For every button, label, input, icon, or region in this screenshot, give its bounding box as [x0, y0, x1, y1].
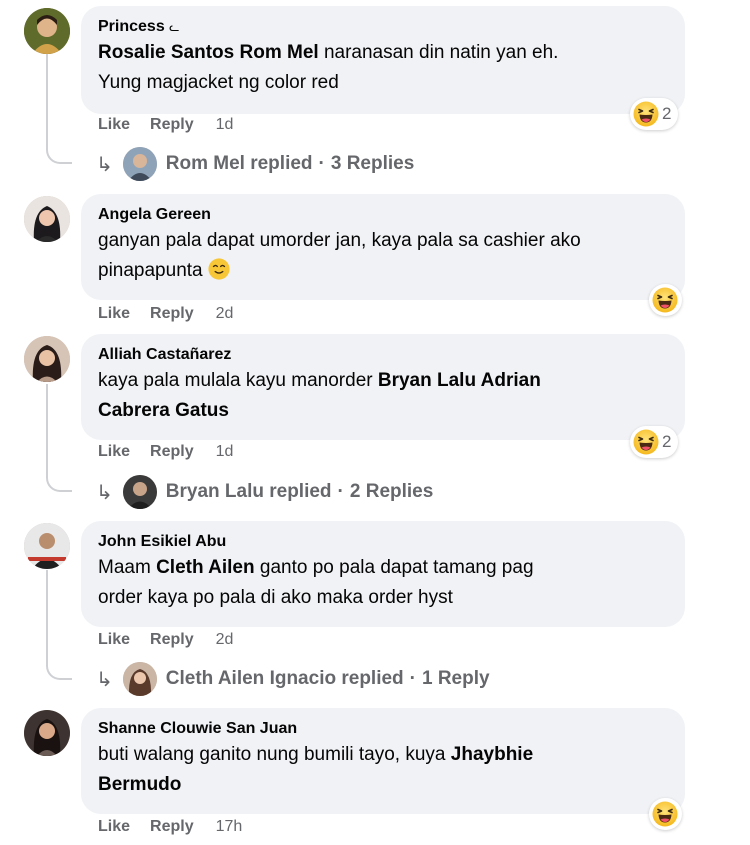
haha-emoji-icon [652, 801, 678, 827]
replies-count: 3 Replies [330, 153, 415, 174]
comment-text-segment: naranasan din natin yan eh. [318, 42, 559, 63]
thread-connector [46, 384, 72, 492]
comment-text-segment: Yung magjacket ng color red [98, 72, 339, 93]
mention-link[interactable]: Bryan Lalu Adrian [378, 370, 541, 391]
comment-bubble: Alliah Castañarez kaya pala mulala kayu … [81, 334, 685, 440]
comment-text: Rosalie Santos Rom Mel naranasan din nat… [98, 38, 669, 98]
comment-timestamp[interactable]: 1d [216, 116, 234, 134]
avatar[interactable] [24, 8, 70, 54]
avatar [122, 475, 157, 509]
comment-text: ganyan pala dapat umorder jan, kaya pala… [98, 226, 669, 286]
reaction-summary[interactable]: 2 [630, 426, 679, 458]
reply-arrow-icon: ↳ [96, 481, 113, 504]
haha-emoji-icon [633, 429, 659, 455]
avatar [122, 147, 157, 181]
view-replies-link[interactable]: ↳ Rom Mel replied · 3 Replies [96, 147, 414, 181]
mention-link[interactable]: Rosalie Santos Rom Mel [98, 42, 319, 63]
reaction-summary[interactable] [649, 798, 682, 830]
separator-dot: · [337, 481, 344, 502]
haha-emoji-icon [652, 287, 678, 313]
reaction-summary[interactable] [649, 284, 682, 316]
comment-author[interactable]: Alliah Castañarez [98, 344, 669, 366]
avatar[interactable] [24, 196, 70, 242]
reply-button[interactable]: Reply [150, 443, 194, 461]
comment-author[interactable]: Angela Gereen [98, 204, 669, 226]
thread-connector [46, 570, 72, 680]
comment-actions: Like Reply 1d [98, 114, 233, 136]
comment-timestamp[interactable]: 1d [216, 443, 234, 461]
comment-actions: Like Reply 1d [98, 441, 233, 463]
comment-bubble: John Esikiel Abu Maam Cleth Ailen ganto … [81, 521, 685, 627]
comment-text-segment: buti walang ganito nung bumili tayo, kuy… [98, 744, 451, 765]
comment-text: buti walang ganito nung bumili tayo, kuy… [98, 740, 669, 800]
view-replies-link[interactable]: ↳ Cleth Ailen Ignacio replied · 1 Reply [96, 662, 490, 696]
comment-author[interactable]: Shanne Clouwie San Juan [98, 718, 669, 740]
avatar[interactable] [24, 710, 70, 756]
reply-arrow-icon: ↳ [96, 668, 113, 691]
reply-button[interactable]: Reply [150, 818, 194, 836]
separator-dot: · [409, 668, 416, 689]
reply-arrow-icon: ↳ [96, 153, 113, 176]
reply-button[interactable]: Reply [150, 116, 194, 134]
replies-author: Cleth Ailen Ignacio replied [165, 668, 404, 689]
replies-author: Rom Mel replied [165, 153, 313, 174]
comment-bubble: Shanne Clouwie San Juan buti walang gani… [81, 708, 685, 814]
comment-bubble: Princess ᓚ Rosalie Santos Rom Mel narana… [81, 6, 685, 114]
avatar[interactable] [24, 336, 70, 382]
thread-connector [46, 54, 72, 164]
like-button[interactable]: Like [98, 305, 130, 323]
reaction-count: 2 [662, 432, 672, 451]
comment-text-segment: kaya pala mulala kayu manorder [98, 370, 378, 391]
comment-text-segment: ganto po pala dapat tamang pag [254, 557, 534, 578]
comment-timestamp[interactable]: 2d [216, 305, 234, 323]
mention-link[interactable]: Bermudo [98, 774, 181, 795]
comment-actions: Like Reply 2d [98, 303, 233, 325]
comment-bubble: Angela Gereen ganyan pala dapat umorder … [81, 194, 685, 300]
comment-text-segment: order kaya po pala di ako maka order hys… [98, 587, 453, 608]
haha-emoji-icon [633, 101, 659, 127]
reply-button[interactable]: Reply [150, 631, 194, 649]
replies-count: 1 Reply [421, 668, 490, 689]
comment-text: Maam Cleth Ailen ganto po pala dapat tam… [98, 553, 669, 613]
separator-dot: · [318, 153, 325, 174]
reaction-count: 2 [662, 104, 672, 123]
comment-author[interactable]: John Esikiel Abu [98, 531, 669, 553]
author-mark: ᓚ [169, 20, 180, 34]
comment-text-segment: Maam [98, 557, 157, 578]
replies-author: Bryan Lalu replied [165, 481, 332, 502]
like-button[interactable]: Like [98, 818, 130, 836]
like-button[interactable]: Like [98, 116, 130, 134]
mention-link[interactable]: Cabrera Gatus [98, 400, 229, 421]
comment-text-segment: ganyan pala dapat umorder jan, kaya pala… [98, 230, 581, 251]
comment-actions: Like Reply 17h [98, 816, 242, 838]
comment-text-segment: pinapapunta [98, 260, 203, 281]
comment-timestamp[interactable]: 17h [216, 818, 243, 836]
replies-count: 2 Replies [349, 481, 434, 502]
reply-button[interactable]: Reply [150, 305, 194, 323]
mention-link[interactable]: Jhaybhie [451, 744, 533, 765]
wink-face-emoji-icon [208, 258, 230, 280]
like-button[interactable]: Like [98, 631, 130, 649]
comment-actions: Like Reply 2d [98, 629, 233, 651]
view-replies-link[interactable]: ↳ Bryan Lalu replied · 2 Replies [96, 475, 433, 509]
mention-link[interactable]: Cleth Ailen [156, 557, 255, 578]
avatar [122, 662, 157, 696]
comment-text: kaya pala mulala kayu manorder Bryan Lal… [98, 366, 669, 426]
comment-author[interactable]: Princess ᓚ [98, 16, 669, 38]
reaction-summary[interactable]: 2 [630, 98, 679, 130]
like-button[interactable]: Like [98, 443, 130, 461]
avatar[interactable] [24, 523, 70, 569]
comment-timestamp[interactable]: 2d [216, 631, 234, 649]
